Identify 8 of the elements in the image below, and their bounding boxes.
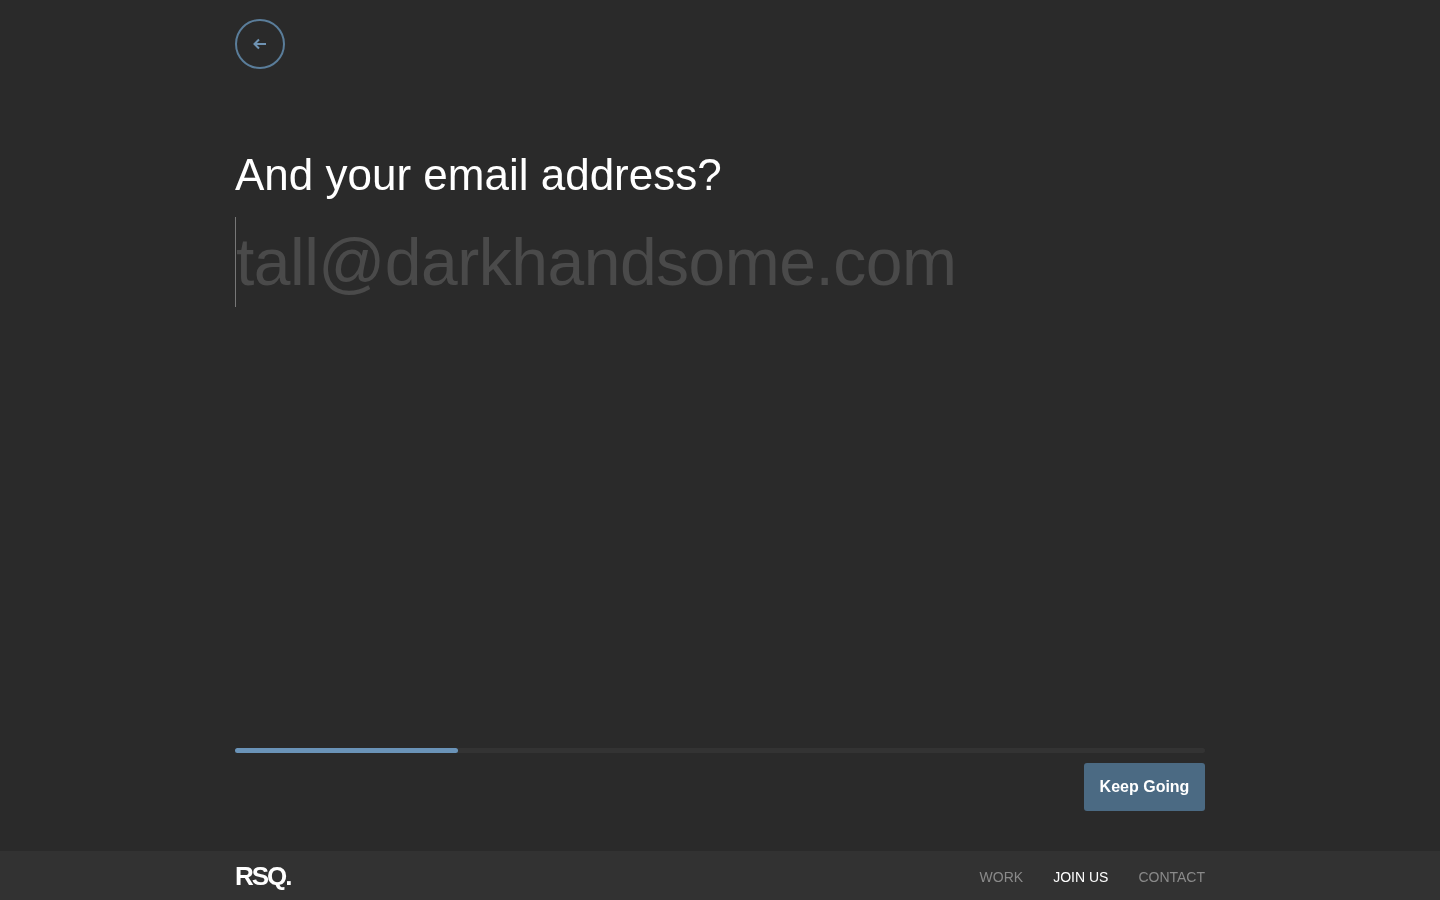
nav-link[interactable]: JOIN US: [1053, 867, 1109, 888]
back-arrow-icon: [253, 38, 267, 50]
nav-link[interactable]: WORK: [979, 867, 1024, 888]
back-button[interactable]: [235, 19, 285, 69]
logo[interactable]: RSQ.: [235, 857, 291, 896]
question-heading: And your email address?: [235, 149, 722, 201]
keep-going-button[interactable]: Keep Going: [1084, 763, 1205, 811]
nav-link[interactable]: CONTACT: [1138, 867, 1205, 888]
